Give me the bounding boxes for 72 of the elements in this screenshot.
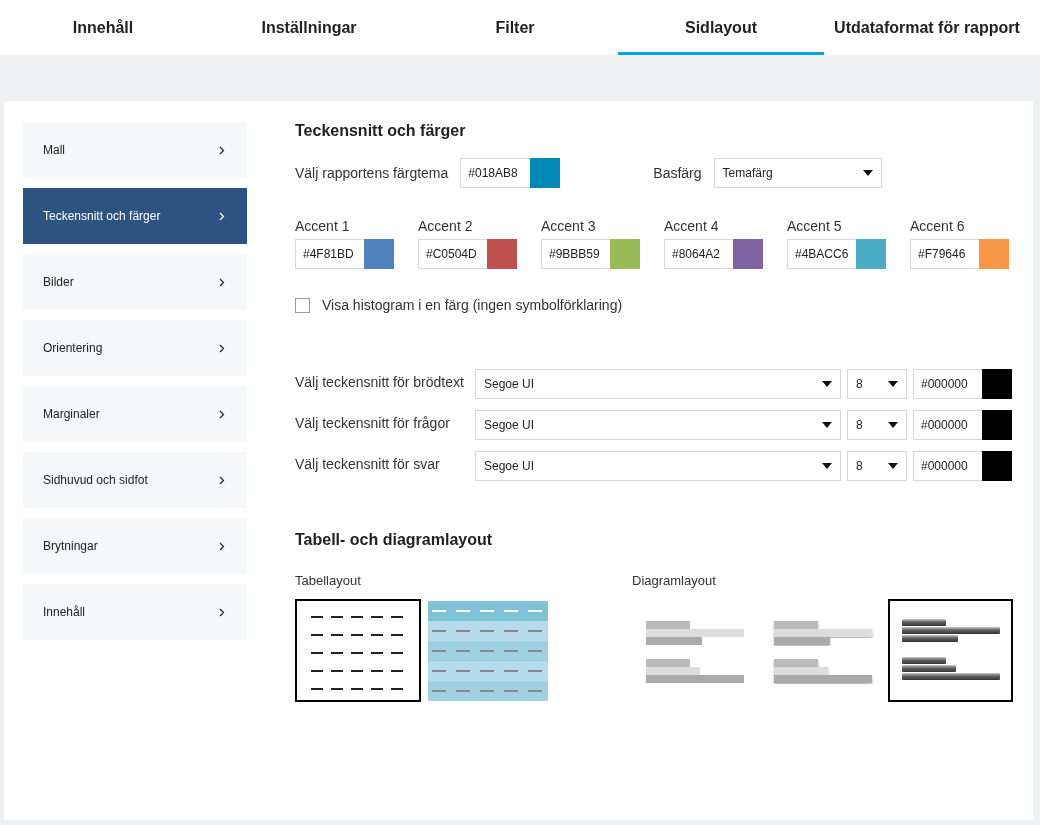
chevron-right-icon xyxy=(219,277,225,287)
table-layout-option[interactable] xyxy=(295,599,421,702)
sidebar-item-label: Sidhuvud och sidfot xyxy=(43,473,148,487)
sidebar-item-label: Brytningar xyxy=(43,539,98,553)
size-dropdown[interactable]: 8 xyxy=(847,410,907,440)
field-label: Välj teckensnitt för brödtext xyxy=(295,373,465,390)
field-label: Välj teckensnitt för frågor xyxy=(295,414,451,431)
section-label: Diagramlayout xyxy=(632,573,716,588)
sidebar-item-label: Marginaler xyxy=(43,407,100,421)
dropdown-caret-icon xyxy=(888,463,898,469)
color-swatch[interactable] xyxy=(733,239,763,269)
accent-label: Accent 4 xyxy=(664,218,720,234)
tab[interactable]: Innehåll xyxy=(0,0,206,55)
font-dropdown[interactable]: Segoe UI xyxy=(475,451,841,481)
dropdown-caret-icon xyxy=(888,381,898,387)
sidebar-item-label: Mall xyxy=(43,143,65,157)
color-swatch[interactable] xyxy=(982,451,1012,481)
color-swatch[interactable] xyxy=(856,239,886,269)
sidebar-item[interactable]: Sidhuvud och sidfot xyxy=(23,452,247,508)
checkbox[interactable] xyxy=(295,297,310,313)
chevron-right-icon xyxy=(219,145,225,155)
base-color-dropdown[interactable]: Temafärg xyxy=(713,158,882,188)
dropdown-caret-icon xyxy=(888,422,898,428)
color-swatch[interactable] xyxy=(487,239,517,269)
chart-layout-option[interactable] xyxy=(888,599,1013,702)
accent-label: Accent 1 xyxy=(295,218,351,234)
sidebar-item[interactable]: Mall xyxy=(23,122,247,178)
font-dropdown[interactable]: Segoe UI xyxy=(475,369,841,399)
accent-label: Accent 6 xyxy=(910,218,966,234)
accent-label: Accent 3 xyxy=(541,218,597,234)
color-swatch[interactable] xyxy=(982,410,1012,440)
sidebar-item-label: Teckensnitt och färger xyxy=(43,209,161,223)
tab[interactable]: Filter xyxy=(412,0,618,55)
section-title: Tabell- och diagramlayout xyxy=(295,531,494,549)
sidebar-item[interactable]: Teckensnitt och färger xyxy=(23,188,247,244)
chevron-right-icon xyxy=(219,475,225,485)
field-label: Välj rapportens färgtema xyxy=(295,165,449,181)
sidebar-item[interactable]: Innehåll xyxy=(23,584,247,640)
field-label: Välj teckensnitt för svar xyxy=(295,455,441,472)
sidebar-item-label: Bilder xyxy=(43,275,74,289)
color-swatch[interactable] xyxy=(979,239,1009,269)
accent-label: Accent 2 xyxy=(418,218,474,234)
sidebar-item[interactable]: Orientering xyxy=(23,320,247,376)
font-dropdown[interactable]: Segoe UI xyxy=(475,410,841,440)
sidebar-item[interactable]: Bilder xyxy=(23,254,247,310)
dropdown-caret-icon xyxy=(862,170,873,176)
sidebar-item[interactable]: Marginaler xyxy=(23,386,247,442)
tab[interactable]: Sidlayout xyxy=(618,0,824,55)
sidebar-item-label: Orientering xyxy=(43,341,103,355)
sidebar-item[interactable]: Brytningar xyxy=(23,518,247,574)
field-label: Basfärg xyxy=(653,165,702,181)
accent-label: Accent 5 xyxy=(787,218,843,234)
dropdown-caret-icon xyxy=(822,381,832,387)
size-dropdown[interactable]: 8 xyxy=(847,451,907,481)
dropdown-caret-icon xyxy=(822,463,832,469)
chevron-right-icon xyxy=(219,343,225,353)
color-swatch[interactable] xyxy=(982,369,1012,399)
color-swatch[interactable] xyxy=(530,158,561,188)
size-dropdown[interactable]: 8 xyxy=(847,369,907,399)
color-swatch[interactable] xyxy=(610,239,640,269)
dropdown-caret-icon xyxy=(822,422,832,428)
chevron-right-icon xyxy=(219,211,225,221)
checkbox-label: Visa histogram i en färg (ingen symbolförklaring) xyxy=(322,297,623,313)
section-title: Teckensnitt och färger xyxy=(295,122,467,140)
sidebar-item-label: Innehåll xyxy=(43,605,86,619)
section-label: Tabellayout xyxy=(295,573,361,588)
color-swatch[interactable] xyxy=(364,239,394,269)
chevron-right-icon xyxy=(219,541,225,551)
tab[interactable]: Utdataformat för rapport xyxy=(824,0,1030,55)
chevron-right-icon xyxy=(219,607,225,617)
chevron-right-icon xyxy=(219,409,225,419)
tab[interactable]: Inställningar xyxy=(206,0,412,55)
